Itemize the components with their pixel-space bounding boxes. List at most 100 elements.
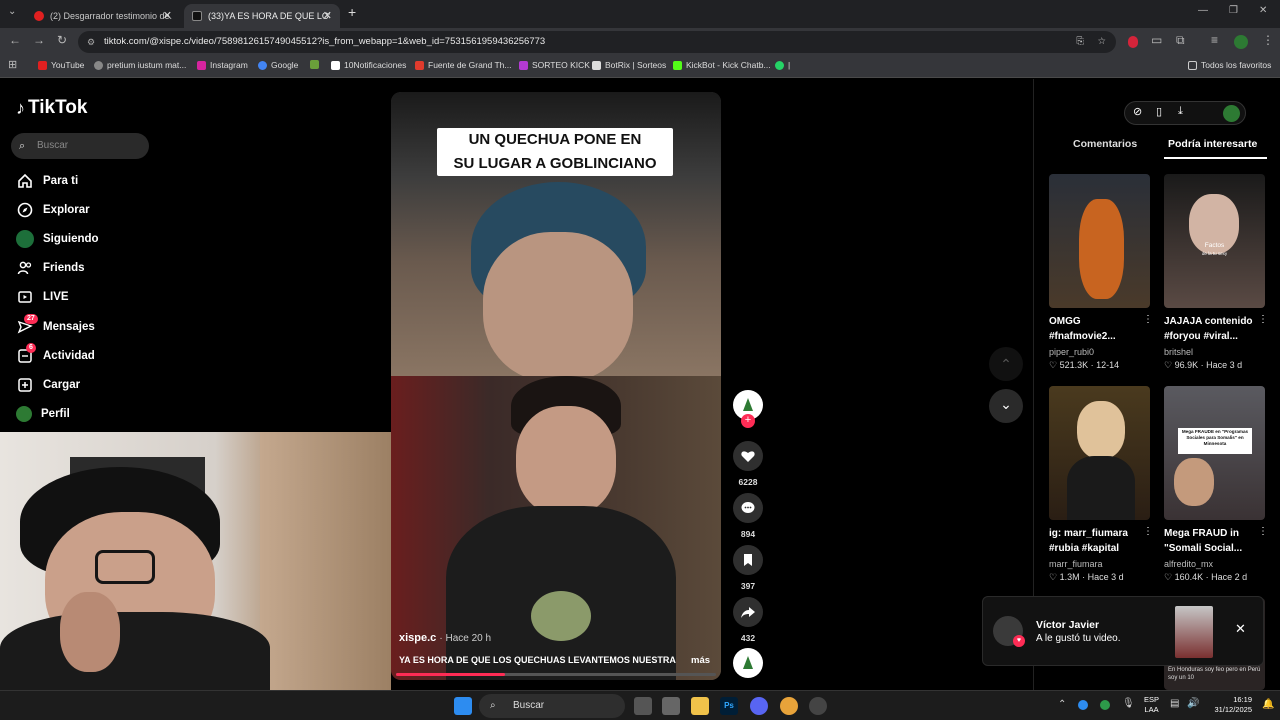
video-author[interactable]: xispe.c	[399, 632, 436, 644]
address-bar[interactable]: ⚙ tiktok.com/@xispe.c/video/758981261574…	[78, 31, 1116, 53]
tab-comentarios[interactable]: Comentarios	[1073, 138, 1137, 150]
close-notification-icon[interactable]: ✕	[1235, 621, 1246, 637]
menu-dots-icon[interactable]: ⋮	[1262, 33, 1274, 47]
sidebar-item-friends[interactable]: Friends	[16, 257, 85, 279]
download-icon[interactable]: ⤓	[1178, 105, 1183, 118]
notifications-bell-icon[interactable]: 🔔	[1262, 699, 1274, 710]
sidebar-item-mensajes[interactable]: 27 Mensajes	[16, 314, 95, 338]
card-user[interactable]: piper_rubi0	[1049, 347, 1150, 357]
video-thumbnail[interactable]	[1049, 386, 1150, 520]
minimize-icon[interactable]: —	[1198, 5, 1208, 16]
notification-video-thumbnail[interactable]	[1175, 606, 1213, 658]
share-button[interactable]: 432	[732, 597, 764, 643]
device-icon[interactable]: ▯	[1156, 105, 1162, 118]
bookmark-instagram[interactable]: Instagram	[197, 60, 248, 70]
obs-icon[interactable]	[809, 697, 827, 715]
video-player[interactable]: xispe.c · Hace 20 h YA ES HORA DE QUE LO…	[391, 92, 721, 680]
task-view-icon[interactable]	[634, 697, 652, 715]
sidebar-item-para-ti[interactable]: Para ti	[16, 170, 78, 192]
close-tab-icon[interactable]: ✕	[163, 9, 172, 22]
network-icon[interactable]: ▤	[1170, 698, 1179, 709]
bookmark-kickbot[interactable]: KickBot - Kick Chatb...	[673, 60, 771, 70]
tray-app-icon[interactable]	[1100, 700, 1110, 710]
sidebar-item-cargar[interactable]: Cargar	[16, 374, 80, 396]
bookmark-youtube[interactable]: YouTube	[38, 60, 84, 70]
app-icon[interactable]	[662, 697, 680, 715]
compass-small-icon[interactable]: ⊘	[1133, 105, 1142, 118]
bookmark-grand-theft[interactable]: Fuente de Grand Th...	[415, 60, 511, 70]
restore-icon[interactable]: ❐	[1229, 5, 1238, 16]
photoshop-icon[interactable]: Ps	[720, 697, 738, 715]
tab-search-icon[interactable]: ⌄	[8, 6, 16, 17]
tiktok-logo[interactable]: ♪ TikTok	[16, 97, 87, 119]
bookmark-google[interactable]: Google	[258, 60, 298, 70]
close-tab-icon[interactable]: ✕	[323, 9, 332, 22]
extension-icon[interactable]: ▭	[1151, 33, 1162, 47]
apps-grid-icon[interactable]: ⊞	[8, 58, 17, 71]
sidebar-item-siguiendo[interactable]: Siguiendo	[16, 228, 99, 250]
volume-icon[interactable]: 🔊	[1187, 698, 1199, 709]
back-icon[interactable]: ←	[9, 33, 21, 47]
tab-podria-interesarte[interactable]: Podría interesarte	[1168, 138, 1257, 150]
previous-video-button[interactable]: ⌃	[989, 347, 1023, 381]
suggested-video-card[interactable]: Factos de la tu sexy JAJAJA contenido #f…	[1164, 174, 1268, 371]
card-user[interactable]: alfredito_mx	[1164, 559, 1265, 569]
card-more-icon[interactable]: ⋮	[1143, 526, 1153, 537]
search-input[interactable]: ⌕ Buscar	[11, 133, 149, 159]
card-more-icon[interactable]: ⋮	[1258, 314, 1268, 325]
forward-icon[interactable]: →	[33, 33, 45, 47]
tray-chevron-icon[interactable]: ⌃	[1058, 699, 1066, 710]
taskbar-search[interactable]: ⌕ Buscar	[479, 694, 625, 718]
bookmark-10notificaciones[interactable]: 10Notificaciones	[331, 60, 406, 70]
file-explorer-icon[interactable]	[691, 697, 709, 715]
sidebar-item-actividad[interactable]: 6 Actividad	[16, 343, 95, 367]
extension-red-icon[interactable]	[1128, 36, 1138, 48]
install-icon[interactable]: ⎘	[1076, 31, 1084, 53]
follow-plus-icon[interactable]: +	[741, 414, 755, 428]
site-info-icon[interactable]: ⚙	[87, 31, 95, 53]
language-indicator[interactable]: ESP LAA	[1144, 695, 1159, 715]
like-button[interactable]: 6228	[732, 441, 764, 487]
extensions-puzzle-icon[interactable]: ⧉	[1176, 33, 1185, 48]
bookmark-star-icon[interactable]: ☆	[1097, 31, 1106, 53]
bookmark-botrix[interactable]: BotRix | Sorteos	[592, 60, 666, 70]
video-thumbnail[interactable]: Factos de la tu sexy	[1164, 174, 1265, 308]
browser-tab-youtube[interactable]: (2) Desgarrador testimonio de... ✕	[26, 4, 180, 28]
suggested-video-card[interactable]: Mega FRAUDE en "Programas Sociales para …	[1164, 386, 1268, 583]
next-video-button[interactable]: ⌄	[989, 389, 1023, 423]
like-notification[interactable]: ♥ Víctor Javier A le gustó tu video. ✕	[982, 596, 1264, 666]
card-user[interactable]: marr_fiumara	[1049, 559, 1150, 569]
bookmark-unnamed[interactable]	[310, 60, 323, 69]
bookmark-whatsapp[interactable]: |	[775, 60, 790, 70]
card-user[interactable]: britshel	[1164, 347, 1265, 357]
sidebar-item-live[interactable]: LIVE	[16, 286, 69, 308]
sidebar-item-explorar[interactable]: Explorar	[16, 199, 90, 221]
close-window-icon[interactable]: ✕	[1259, 5, 1267, 16]
clock[interactable]: 16:19 31/12/2025	[1204, 695, 1252, 715]
reading-list-icon[interactable]: ≡	[1211, 33, 1218, 47]
profile-avatar-icon[interactable]	[1234, 35, 1248, 49]
save-button[interactable]: 397	[732, 545, 764, 591]
video-thumbnail[interactable]	[1049, 174, 1150, 308]
comment-button[interactable]: 894	[732, 493, 764, 539]
card-more-icon[interactable]: ⋮	[1143, 314, 1153, 325]
reload-icon[interactable]: ↻	[57, 33, 67, 47]
user-avatar-icon[interactable]	[1223, 105, 1240, 122]
windows-start-icon[interactable]	[454, 697, 472, 715]
all-favorites-folder[interactable]: Todos los favoritos	[1188, 60, 1271, 70]
video-thumbnail[interactable]: Mega FRAUDE en "Programas Sociales para …	[1164, 386, 1265, 520]
video-progress-track[interactable]	[396, 673, 716, 676]
bookmark-pretium[interactable]: pretium iustum mat...	[94, 60, 186, 70]
video-more-link[interactable]: más	[691, 655, 710, 666]
tray-onedrive-icon[interactable]	[1078, 700, 1088, 710]
new-tab-icon[interactable]: +	[348, 4, 356, 20]
discord-icon[interactable]	[750, 697, 768, 715]
sidebar-item-perfil[interactable]: Perfil	[16, 403, 70, 425]
author-avatar-button[interactable]: +	[732, 390, 764, 428]
bookmark-sorteo-kick[interactable]: SORTEO KICK	[519, 60, 590, 70]
chrome-icon[interactable]	[780, 697, 798, 715]
browser-tab-tiktok[interactable]: (33)YA ES HORA DE QUE LOS Q... ✕	[184, 4, 340, 28]
card-more-icon[interactable]: ⋮	[1258, 526, 1268, 537]
tray-mic-icon[interactable]: 🎙	[1122, 698, 1135, 709]
music-disc-button[interactable]	[732, 648, 764, 678]
